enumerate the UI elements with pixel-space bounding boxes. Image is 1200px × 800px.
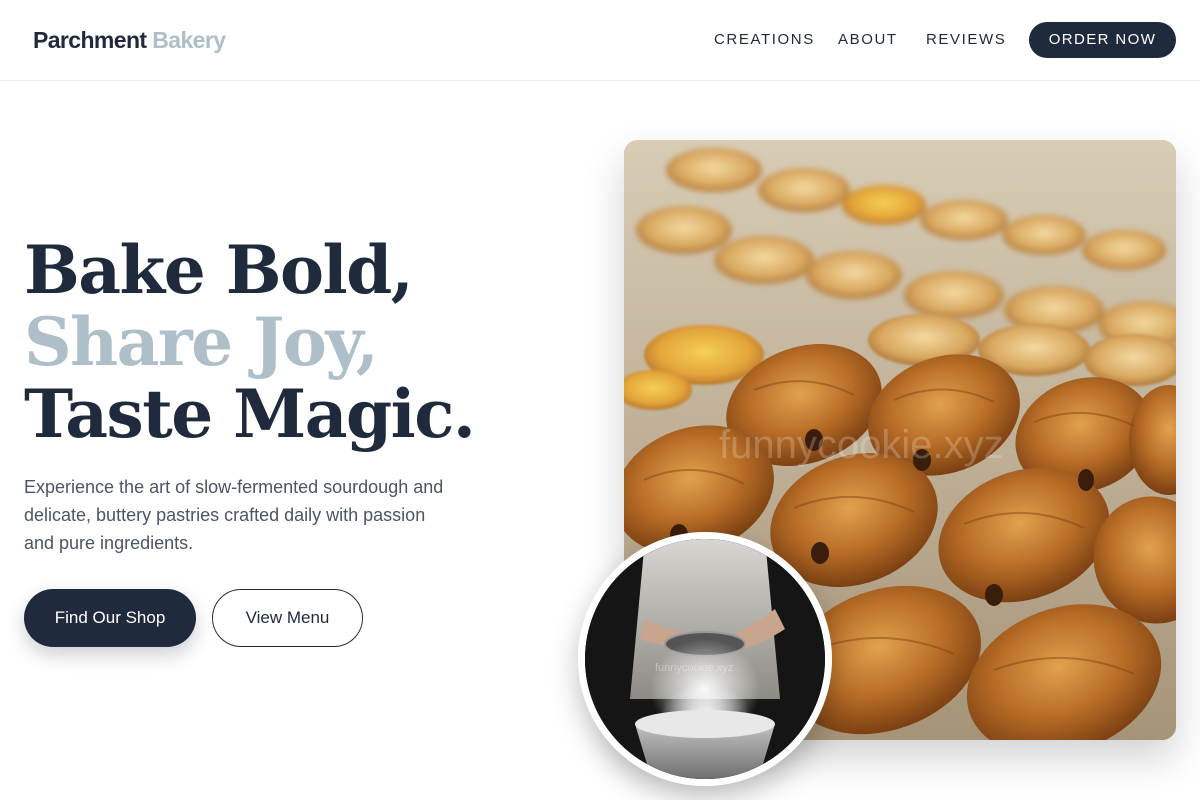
hero-description: Experience the art of slow-fermented sou… <box>24 477 444 553</box>
find-our-shop-button[interactable]: Find Our Shop <box>24 589 196 647</box>
view-menu-button[interactable]: View Menu <box>212 589 363 647</box>
main-image-watermark: funnycookie.xyz <box>719 423 1004 467</box>
circle-image-watermark: funnycookie.xyz <box>655 662 733 674</box>
logo[interactable]: Parchment Bakery <box>33 26 226 54</box>
flour-sifting-photo: funnycookie.xyz <box>578 532 832 786</box>
headline-line-3: Taste Magic. <box>24 375 476 453</box>
headline-line-2: Share Joy, <box>24 303 379 381</box>
flour-sifting-art: funnycookie.xyz <box>585 539 825 779</box>
nav-link-about[interactable]: ABOUT <box>838 30 898 50</box>
order-now-button[interactable]: ORDER NOW <box>1029 22 1176 58</box>
nav-link-reviews[interactable]: REVIEWS <box>926 30 1006 50</box>
logo-accent: Bakery <box>152 27 226 53</box>
hero-headline: Bake Bold, Share Joy, Taste Magic. <box>24 231 476 453</box>
nav-link-creations[interactable]: CREATIONS <box>714 30 815 50</box>
headline-line-1: Bake Bold, <box>24 231 414 309</box>
logo-primary: Parchment <box>33 27 147 53</box>
site-header: Parchment Bakery CREATIONS ABOUT REVIEWS… <box>0 0 1200 81</box>
